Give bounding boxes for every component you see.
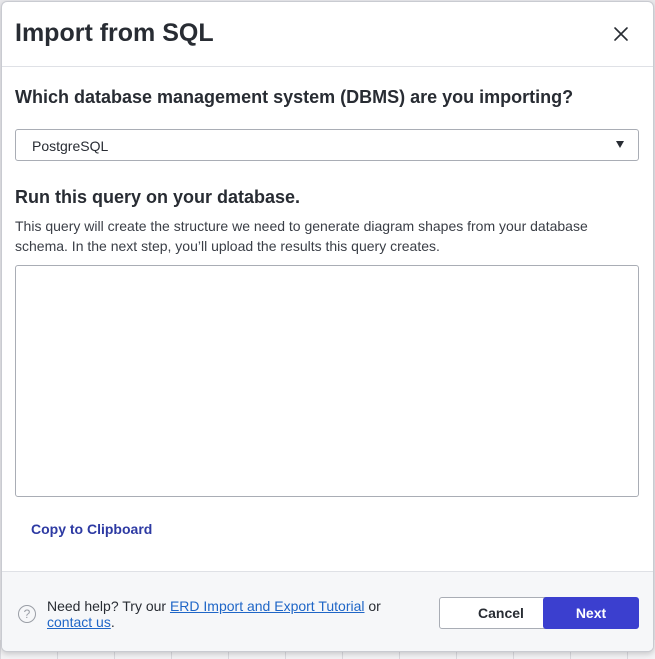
dialog-footer: ? Need help? Try our ERD Import and Expo… [2, 571, 653, 651]
query-description: This query will create the structure we … [15, 218, 588, 254]
erd-tutorial-link[interactable]: ERD Import and Export Tutorial [170, 598, 365, 614]
next-button[interactable]: Next [543, 597, 639, 629]
close-button[interactable] [611, 24, 631, 44]
dbms-selected-value: PostgreSQL [32, 138, 109, 154]
help-suffix: . [110, 614, 115, 630]
help-icon: ? [18, 605, 36, 623]
help-text: Need help? Try our ERD Import and Export… [47, 598, 427, 630]
contact-us-link[interactable]: contact us [47, 614, 111, 630]
help-prefix: Need help? Try our [47, 598, 170, 614]
dialog-header: Import from SQL [2, 2, 653, 67]
copy-to-clipboard-link[interactable]: Copy to Clipboard [31, 521, 152, 537]
dialog-title: Import from SQL [15, 19, 214, 47]
caret-down-icon [616, 141, 624, 148]
import-sql-dialog: Import from SQL Which database managemen… [1, 1, 654, 652]
dbms-question: Which database management system (DBMS) … [15, 87, 574, 107]
query-heading: Run this query on your database. [15, 187, 301, 207]
close-icon [614, 27, 628, 41]
help-middle: or [364, 598, 381, 614]
dbms-select[interactable]: PostgreSQL [15, 129, 639, 161]
query-textarea[interactable] [15, 265, 639, 497]
